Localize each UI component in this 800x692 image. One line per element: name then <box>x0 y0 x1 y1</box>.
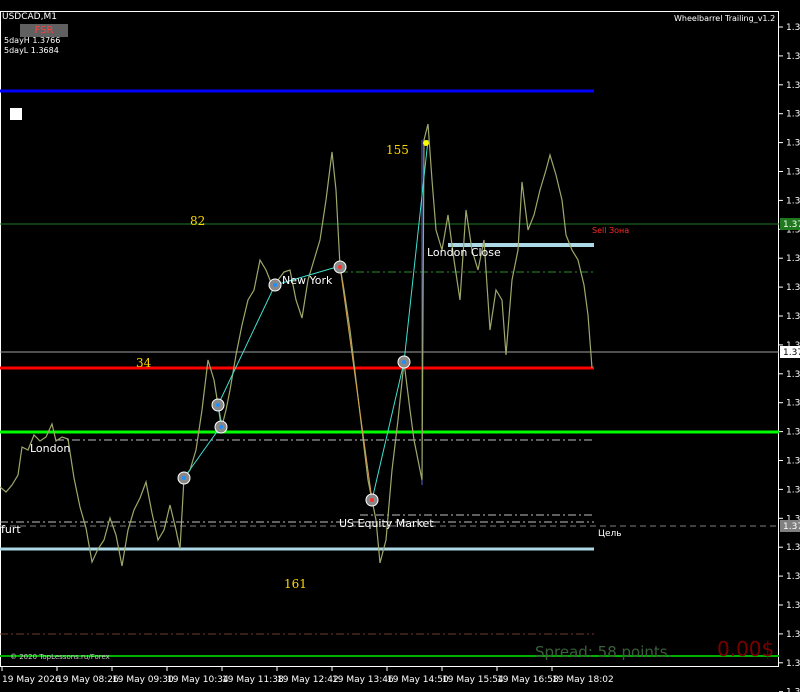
marker-circle <box>177 471 191 485</box>
session-label-new-york: New York <box>282 274 333 287</box>
x-tick-label: 19 May 13:46 <box>332 675 394 685</box>
checkbox-square[interactable] <box>10 108 22 120</box>
level-label-161: 161 <box>284 577 307 591</box>
price-tag-current: 1.37 <box>783 348 800 358</box>
x-tick-label: 19 May 08:26 <box>57 675 119 685</box>
y-tick-label: 1.37 <box>786 630 800 640</box>
y-tick-label: 1.37 <box>786 485 800 495</box>
trend-line-cyan-1 <box>183 265 341 479</box>
x-axis: 19 May 202619 May 08:2619 May 09:3019 Ma… <box>1 667 614 685</box>
session-label-london: London <box>30 442 70 455</box>
profit-text: 0.00$ <box>717 637 775 661</box>
y-tick-label: 1.37 <box>786 196 800 206</box>
session-label-london-close: London Close <box>427 246 501 259</box>
y-tick-label: 1.37 <box>786 283 800 293</box>
marker-circle <box>333 260 347 274</box>
y-tick-label: 1.37 <box>786 81 800 91</box>
symbol-label: USDCAD,M1 <box>2 12 57 22</box>
session-label-furt: furt <box>1 523 21 536</box>
y-tick-label: 1.37 <box>786 110 800 120</box>
y-tick-label: 1.37 <box>786 428 800 438</box>
x-tick-label: 19 May 10:34 <box>167 675 229 685</box>
marker-circle <box>365 493 379 507</box>
x-tick-label: 19 May 12:42 <box>277 675 339 685</box>
five-day-high: 5dayH 1.3766 <box>4 36 61 45</box>
target-label: Цель <box>598 529 622 539</box>
marker-circle <box>397 355 411 369</box>
yellow-dot-marker <box>423 140 429 146</box>
x-tick-label: 19 May 16:58 <box>497 675 559 685</box>
marker-circle <box>214 420 228 434</box>
y-tick-label: 1.37 <box>786 52 800 62</box>
level-label-82: 82 <box>190 214 205 228</box>
x-tick-label: 19 May 11:38 <box>222 675 284 685</box>
marker-circle <box>211 398 225 412</box>
session-label-us-equity: US Equity Market <box>339 517 434 530</box>
x-tick-label: 19 May 15:54 <box>442 675 504 685</box>
chart-frame <box>0 11 779 667</box>
x-tick-label: 19 May 18:02 <box>552 675 614 685</box>
price-series-line <box>0 123 593 567</box>
x-tick-label: 19 May 09:30 <box>112 675 174 685</box>
copyright-text: © 2020 TopLessons.ru/Forex <box>10 653 110 661</box>
y-tick-label: 1.37 <box>786 254 800 264</box>
y-tick-label: 1.37 <box>786 139 800 149</box>
indicator-label: Wheelbarrel Trailing_v1.2 <box>674 14 776 23</box>
y-tick-label: 1.37 <box>786 23 800 33</box>
price-tag-grey: 1.37 <box>783 522 800 532</box>
marker-circle <box>268 278 282 292</box>
chart-canvas: 82 34 155 161 London New York London Clo… <box>0 11 800 692</box>
level-label-34: 34 <box>136 356 152 370</box>
y-tick-label: 1.37 <box>786 572 800 582</box>
five-day-low: 5dayL 1.3684 <box>4 46 59 55</box>
trend-line-orange <box>339 265 373 501</box>
y-tick-label: 1.37 <box>786 312 800 322</box>
y-tick-label: 1.37 <box>786 543 800 553</box>
y-tick-label: 1.37 <box>786 659 800 669</box>
x-tick-label: 19 May 14:50 <box>387 675 449 685</box>
y-tick-label: 1.37 <box>786 457 800 467</box>
y-tick-label: 1.37 <box>786 370 800 380</box>
y-tick-label: 1.37 <box>786 688 800 692</box>
trend-line-cyan-2 <box>371 139 429 501</box>
price-tag-green: 1.37 <box>783 220 800 230</box>
y-tick-label: 1.37 <box>786 168 800 178</box>
y-tick-label: 1.37 <box>786 399 800 409</box>
x-tick-label: 19 May 2026 <box>2 675 61 685</box>
y-tick-label: 1.37 <box>786 601 800 611</box>
sell-zone-label: Sell Зона <box>592 226 629 235</box>
level-label-155: 155 <box>386 143 409 157</box>
spread-text: Spread: 58 points. <box>535 643 673 661</box>
